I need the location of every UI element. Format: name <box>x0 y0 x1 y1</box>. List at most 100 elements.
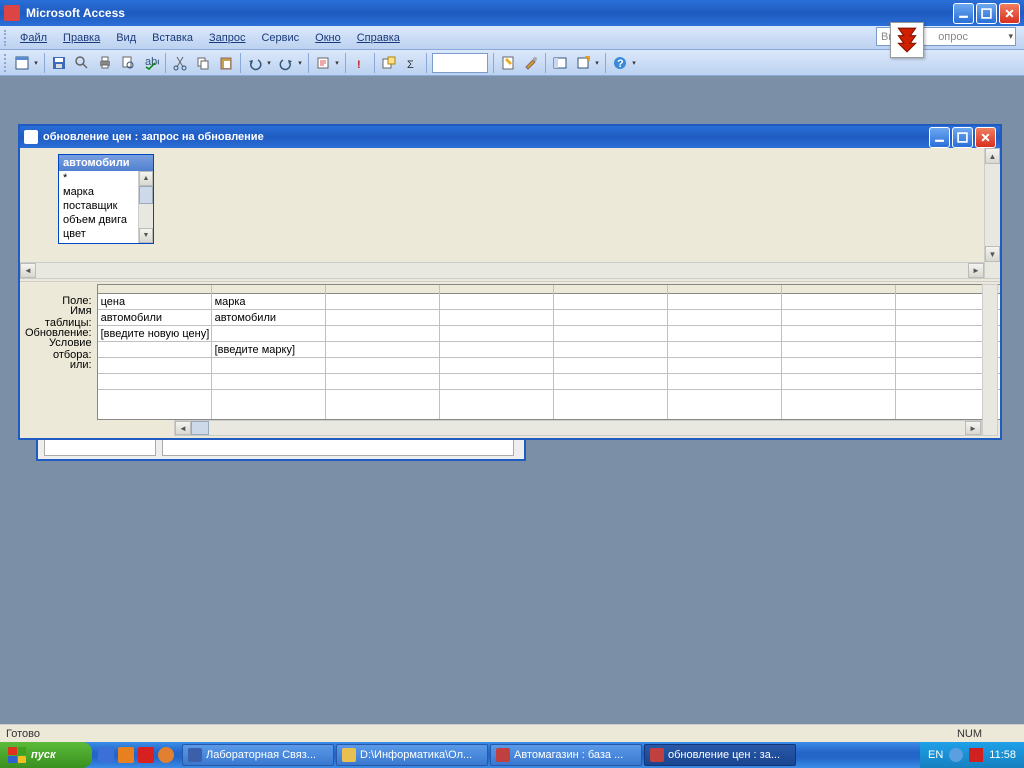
search-button[interactable] <box>71 52 93 74</box>
task-button[interactable]: Автомагазин : база ... <box>490 744 642 766</box>
child-minimize-button[interactable] <box>929 127 950 148</box>
child-maximize-button[interactable] <box>952 127 973 148</box>
svg-text:Σ: Σ <box>407 59 414 71</box>
col-selector[interactable] <box>668 285 781 294</box>
undo-button[interactable] <box>244 52 266 74</box>
row-labels: Поле: Имя таблицы: Обновление: Условие о… <box>24 284 97 420</box>
grid-columns: ценаавтомобили[введите новую цену] марка… <box>97 284 1000 420</box>
col-selector[interactable] <box>554 285 667 294</box>
grid-vscroll[interactable] <box>982 284 998 436</box>
undo-dropdown[interactable] <box>264 59 274 67</box>
view-button[interactable] <box>11 52 33 74</box>
paste-button[interactable] <box>215 52 237 74</box>
start-button[interactable]: пуск <box>0 742 92 768</box>
upper-vscroll[interactable]: ▲ ▼ <box>984 148 1000 278</box>
maximize-button[interactable] <box>976 3 997 24</box>
redo-dropdown[interactable] <box>295 59 305 67</box>
redo-button[interactable] <box>275 52 297 74</box>
menu-edit[interactable]: Правка <box>55 29 108 47</box>
opera-icon[interactable] <box>138 747 154 763</box>
properties-button[interactable] <box>497 52 519 74</box>
newobject-dropdown[interactable] <box>592 59 602 67</box>
build-button[interactable] <box>520 52 542 74</box>
upper-hscroll[interactable]: ◄ ► <box>20 262 984 278</box>
col-selector[interactable] <box>212 285 325 294</box>
grid-col[interactable]: маркаавтомобили[введите марку] <box>212 285 326 419</box>
ie-icon[interactable] <box>98 747 114 763</box>
mdi-area: обновление цен : запрос на обновление ав… <box>0 76 1024 724</box>
scroll-right-icon[interactable]: ► <box>968 263 984 278</box>
scroll-right-icon[interactable]: ► <box>965 421 981 435</box>
print-button[interactable] <box>94 52 116 74</box>
tray-icon[interactable] <box>949 748 963 762</box>
table-box[interactable]: автомобили * марка поставщик объем двига… <box>58 154 154 244</box>
task-button[interactable]: D:\Информатика\Ол... <box>336 744 488 766</box>
menu-view[interactable]: Вид <box>108 29 144 47</box>
toolbar-options[interactable] <box>629 59 639 67</box>
grid-hscroll[interactable]: ◄ ► <box>174 420 982 436</box>
task-button[interactable]: Лабораторная Связ... <box>182 744 334 766</box>
scroll-thumb[interactable] <box>139 186 153 204</box>
scroll-thumb[interactable] <box>191 421 209 435</box>
child-close-button[interactable] <box>975 127 996 148</box>
cut-button[interactable] <box>169 52 191 74</box>
copy-button[interactable] <box>192 52 214 74</box>
totals-button[interactable]: Σ <box>401 52 423 74</box>
scroll-down-icon[interactable]: ▼ <box>139 228 153 243</box>
menu-file[interactable]: Файл <box>12 29 55 47</box>
grid-col[interactable] <box>440 285 554 419</box>
grid-col[interactable] <box>326 285 440 419</box>
minimize-button[interactable] <box>953 3 974 24</box>
col-selector[interactable] <box>440 285 553 294</box>
lang-indicator[interactable]: EN <box>928 749 943 761</box>
grid-col[interactable] <box>668 285 782 419</box>
topvalues-combo[interactable] <box>432 53 488 73</box>
view-dropdown[interactable] <box>31 59 41 67</box>
scroll-left-icon[interactable]: ◄ <box>20 263 36 278</box>
newobject-button[interactable] <box>572 52 594 74</box>
save-button[interactable] <box>48 52 70 74</box>
run-button[interactable]: ! <box>349 52 371 74</box>
help-button[interactable]: ? <box>609 52 631 74</box>
svg-text:!: ! <box>357 59 361 71</box>
scroll-up-icon[interactable]: ▲ <box>985 148 1000 164</box>
table-scroll[interactable]: ▲ ▼ <box>138 171 153 243</box>
tables-pane[interactable]: автомобили * марка поставщик объем двига… <box>20 148 1000 278</box>
windows-logo-icon <box>8 747 26 763</box>
taskbar: пуск Лабораторная Связ... D:\Информатика… <box>0 742 1024 768</box>
kaspersky-icon[interactable] <box>969 748 983 762</box>
col-selector[interactable] <box>326 285 439 294</box>
close-button[interactable] <box>999 3 1020 24</box>
grid-col[interactable] <box>782 285 896 419</box>
grid-col[interactable] <box>554 285 668 419</box>
col-selector[interactable] <box>98 285 211 294</box>
menu-grip[interactable] <box>4 30 8 46</box>
firefox-icon[interactable] <box>158 747 174 763</box>
scroll-left-icon[interactable]: ◄ <box>175 421 191 435</box>
label-table: Имя таблицы: <box>24 309 97 325</box>
menu-service[interactable]: Сервис <box>253 29 307 47</box>
scroll-up-icon[interactable]: ▲ <box>139 171 153 186</box>
showtable-button[interactable] <box>378 52 400 74</box>
task-button[interactable]: обновление цен : за... <box>644 744 796 766</box>
querytype-dropdown[interactable] <box>332 59 342 67</box>
app-icon <box>4 5 20 21</box>
col-selector[interactable] <box>782 285 895 294</box>
menu-insert[interactable]: Вставка <box>144 29 201 47</box>
folder-icon <box>342 748 356 762</box>
preview-button[interactable] <box>117 52 139 74</box>
menu-query[interactable]: Запрос <box>201 29 253 47</box>
table-box-title[interactable]: автомобили <box>59 155 153 171</box>
red-arrow-annotation <box>890 22 924 58</box>
toolbar-grip[interactable] <box>4 54 8 72</box>
dbwindow-button[interactable] <box>549 52 571 74</box>
spell-button[interactable]: abc <box>140 52 162 74</box>
menu-help[interactable]: Справка <box>349 29 408 47</box>
clock[interactable]: 11:58 <box>989 749 1016 761</box>
quicklaunch-icon[interactable] <box>118 747 134 763</box>
querytype-button[interactable] <box>312 52 334 74</box>
menu-window[interactable]: Окно <box>307 29 349 47</box>
child-titlebar[interactable]: обновление цен : запрос на обновление <box>20 126 1000 148</box>
grid-col[interactable]: ценаавтомобили[введите новую цену] <box>98 285 212 419</box>
scroll-down-icon[interactable]: ▼ <box>985 246 1000 262</box>
